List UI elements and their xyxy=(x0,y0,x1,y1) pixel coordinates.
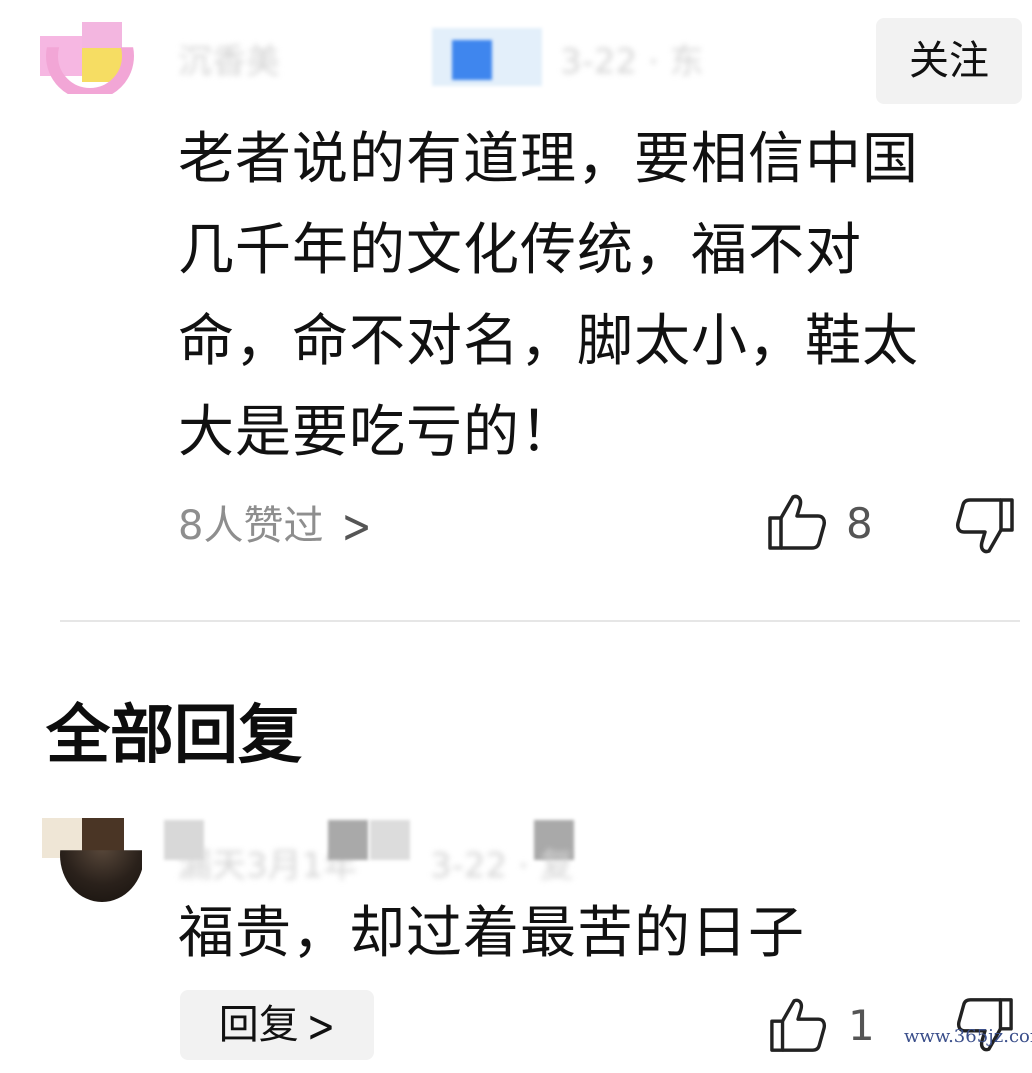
chevron-right-icon: > xyxy=(341,500,372,554)
reply-text: 福贵，却过着最苦的日子 xyxy=(178,901,805,966)
thumbs-down-icon[interactable] xyxy=(954,496,1016,556)
comment-line: 几千年的文化传统，福不对 xyxy=(178,218,862,283)
like-count: 8 xyxy=(846,499,873,548)
follow-button[interactable]: 关注 xyxy=(876,18,1022,104)
divider xyxy=(60,620,1020,622)
redaction-block xyxy=(370,820,410,860)
redaction-block xyxy=(164,820,204,860)
chevron-right-icon: > xyxy=(306,1001,336,1053)
thumbs-up-icon[interactable] xyxy=(766,492,828,552)
comment-meta: 3-22 · 东 xyxy=(560,42,704,82)
replier-avatar[interactable] xyxy=(42,818,142,902)
likers-text: 8人赞过 xyxy=(178,503,324,549)
comment-line: 大是要吃亏的！ xyxy=(178,400,577,465)
redaction-block xyxy=(452,40,492,80)
commenter-avatar[interactable] xyxy=(40,10,140,94)
reply-like-count: 1 xyxy=(848,1001,875,1050)
comment-text: 老者说的有道理，要相信中国 几千年的文化传统，福不对 命，命不对名，脚太小，鞋太… xyxy=(178,114,1018,478)
reply-button[interactable]: 回复 > xyxy=(180,990,374,1060)
reply-button-label: 回复 xyxy=(218,1002,299,1048)
comment-line: 老者说的有道理，要相信中国 xyxy=(178,127,919,192)
thumbs-up-icon[interactable] xyxy=(768,996,828,1054)
section-title: 全部回复 xyxy=(46,699,302,773)
likers-link[interactable]: 8人赞过 > xyxy=(178,496,372,558)
commenter-name[interactable]: 沉香美 xyxy=(178,34,280,83)
comment-line: 命，命不对名，脚太小，鞋太 xyxy=(178,309,919,374)
avatar-pixel-block xyxy=(82,22,122,48)
watermark: www.365jz.com xyxy=(904,1026,1032,1047)
redaction-block xyxy=(328,820,368,860)
reply-meta: 3-22 · 复 xyxy=(430,846,574,886)
